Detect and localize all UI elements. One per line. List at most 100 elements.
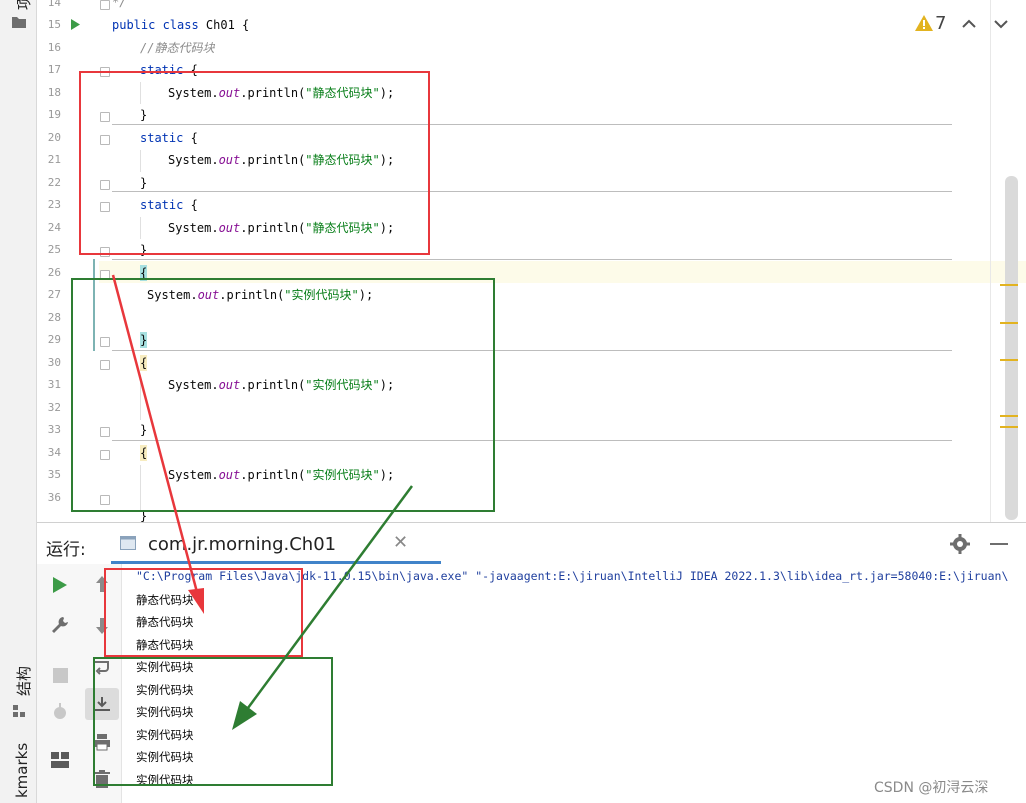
line-number: 21 — [47, 153, 61, 166]
fold-marker[interactable] — [100, 112, 110, 122]
line-number: 35 — [47, 468, 61, 481]
rerun-icon[interactable] — [49, 701, 71, 723]
console-output-line: 实例代码块 — [136, 750, 194, 764]
down-arrow-icon[interactable] — [92, 616, 112, 636]
fold-marker[interactable] — [100, 0, 110, 10]
run-label: 运行: — [46, 540, 86, 560]
warning-stripe[interactable] — [1000, 284, 1018, 286]
structure-tab[interactable]: 结构 — [13, 666, 34, 696]
fold-marker[interactable] — [100, 495, 110, 505]
line-number: 28 — [47, 311, 61, 324]
editor-scrollbar-thumb[interactable] — [1005, 176, 1018, 520]
code-line: static { — [140, 198, 198, 212]
indent-guide — [140, 82, 141, 104]
line-number: 25 — [47, 243, 61, 256]
line-number: 22 — [47, 176, 61, 189]
warning-stripe[interactable] — [1000, 359, 1018, 361]
watermark: CSDN @初浔云深 — [874, 780, 989, 796]
structure-icon[interactable] — [11, 703, 27, 719]
line-number: 33 — [47, 423, 61, 436]
stop-icon[interactable] — [51, 666, 69, 684]
run-icon[interactable] — [51, 576, 69, 594]
code-editor[interactable]: 14 15 16 17 18 19 20 21 22 23 24 25 26 2… — [37, 0, 1026, 522]
layout-icon[interactable] — [49, 750, 71, 770]
run-tab-title: com.jr.morning.Ch01 — [148, 534, 337, 555]
code-line: } — [140, 108, 148, 122]
method-separator — [112, 350, 952, 351]
code-line: System.out.println("实例代码块"); — [168, 378, 395, 392]
fold-marker[interactable] — [100, 450, 110, 460]
console-output-line: 实例代码块 — [136, 683, 194, 697]
fold-marker[interactable] — [100, 135, 110, 145]
gear-icon[interactable] — [949, 533, 971, 555]
console-output-line: 实例代码块 — [136, 660, 194, 674]
console-output-line: 静态代码块 — [136, 615, 194, 629]
method-separator — [112, 191, 952, 192]
code-line: static { — [140, 131, 198, 145]
fold-marker[interactable] — [100, 67, 110, 77]
console-command-line: "C:\Program Files\Java\jdk-11.0.15\bin\j… — [136, 569, 1009, 583]
soft-wrap-icon[interactable] — [92, 658, 112, 678]
warning-stripe[interactable] — [1000, 415, 1018, 417]
fold-marker[interactable] — [100, 180, 110, 190]
change-marker — [93, 259, 95, 351]
warning-icon[interactable] — [915, 14, 933, 32]
indent-guide — [140, 217, 141, 239]
code-line: { — [140, 355, 148, 371]
chevron-down-icon[interactable] — [992, 15, 1010, 33]
chevron-up-icon[interactable] — [960, 15, 978, 33]
line-number: 34 — [47, 446, 61, 459]
line-number: 32 — [47, 401, 61, 414]
code-line: { — [140, 265, 148, 281]
code-line: System.out.println("静态代码块"); — [168, 153, 395, 167]
line-number: 31 — [47, 378, 61, 391]
editor-right-margin — [990, 0, 991, 522]
project-tab[interactable]: 项 — [13, 0, 34, 10]
run-gutter-icon[interactable] — [70, 18, 80, 30]
trash-icon[interactable] — [92, 769, 112, 789]
code-line: } — [140, 509, 148, 522]
code-line: System.out.println("实例代码块"); — [147, 288, 374, 302]
line-number: 16 — [47, 41, 61, 54]
fold-marker[interactable] — [100, 247, 110, 257]
fold-marker[interactable] — [100, 202, 110, 212]
code-line: */ — [112, 0, 127, 9]
indent-guide — [140, 465, 141, 510]
fold-marker[interactable] — [100, 360, 110, 370]
run-toolbar-secondary — [83, 564, 122, 803]
indent-guide — [140, 150, 141, 172]
line-number: 20 — [47, 131, 61, 144]
code-line: } — [140, 176, 148, 190]
line-number: 18 — [47, 86, 61, 99]
fold-marker[interactable] — [100, 427, 110, 437]
code-line: System.out.println("静态代码块"); — [168, 86, 395, 100]
console-output-line: 静态代码块 — [136, 638, 194, 652]
bookmarks-tab[interactable]: kmarks — [13, 743, 31, 798]
print-icon[interactable] — [92, 732, 112, 752]
left-tool-strip: 项 结构 kmarks — [0, 0, 37, 803]
line-number: 17 — [47, 63, 61, 76]
up-arrow-icon[interactable] — [92, 574, 112, 594]
method-separator — [112, 440, 952, 441]
code-line: } — [140, 332, 148, 348]
warning-stripe[interactable] — [1000, 426, 1018, 428]
code-line: public class Ch01 { — [112, 18, 250, 32]
fold-marker[interactable] — [100, 337, 110, 347]
minimize-icon[interactable] — [990, 543, 1008, 545]
run-toolbar-left — [37, 564, 83, 803]
scroll-end-icon — [92, 694, 112, 714]
run-tab[interactable]: com.jr.morning.Ch01 ✕ — [111, 523, 441, 564]
warnings-count[interactable]: 7 — [935, 13, 946, 34]
code-line: } — [140, 243, 148, 257]
wrench-icon[interactable] — [49, 614, 71, 636]
method-separator — [112, 259, 952, 260]
console-output-line: 实例代码块 — [136, 728, 194, 742]
run-console[interactable]: "C:\Program Files\Java\jdk-11.0.15\bin\j… — [122, 564, 1026, 803]
fold-marker[interactable] — [100, 270, 110, 280]
line-number: 23 — [47, 198, 61, 211]
folder-icon[interactable] — [11, 14, 27, 30]
warning-stripe[interactable] — [1000, 322, 1018, 324]
scroll-end-toggle[interactable] — [85, 688, 119, 720]
line-number: 29 — [47, 333, 61, 346]
close-icon[interactable]: ✕ — [393, 532, 408, 553]
